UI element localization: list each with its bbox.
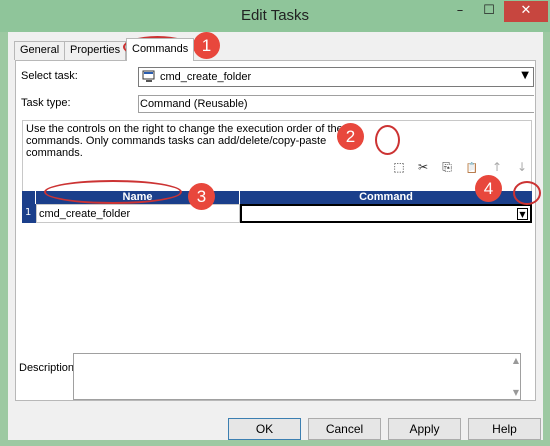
select-task-value: cmd_create_folder (160, 71, 252, 83)
ok-button[interactable]: OK (228, 418, 301, 440)
callout-badge-3: 3 (188, 183, 215, 210)
task-type-label: Task type: (21, 97, 71, 109)
move-up-icon: ↑ (491, 160, 503, 174)
help-button[interactable]: Help (468, 418, 541, 440)
new-command-icon: ⬚ (393, 160, 405, 174)
paste-icon: 📋 (465, 163, 479, 174)
paste-button[interactable]: 📋 (462, 157, 482, 177)
select-task-dropdown[interactable]: cmd_create_folder ▼ (138, 67, 534, 87)
cut-button[interactable]: ✂ (413, 157, 433, 177)
description-textarea[interactable]: ▲ ▼ (73, 353, 521, 400)
tab-properties[interactable]: Properties (64, 41, 127, 60)
maximize-button[interactable]: ☐ (475, 1, 503, 22)
dialog-client-area: General Properties Commands Select task:… (8, 32, 543, 440)
table-row[interactable]: 1 cmd_create_folder ▼ (22, 204, 532, 223)
callout-ring-name-cell (44, 180, 182, 204)
callout-ring-command-editor (513, 181, 541, 205)
command-value-cell[interactable]: ▼ (240, 204, 532, 223)
cut-icon: ✂ (417, 160, 429, 174)
row-number: 1 (22, 204, 36, 223)
task-type-value: Command (Reusable) (138, 95, 534, 113)
scroll-down-icon[interactable]: ▼ (513, 388, 519, 397)
move-down-icon: ↓ (516, 160, 528, 174)
callout-badge-2: 2 (337, 123, 364, 150)
grid-corner-cell (22, 191, 36, 204)
move-up-button[interactable]: ↑ (487, 157, 507, 177)
commands-hint-text: Use the controls on the right to change … (26, 123, 343, 159)
command-editor-button[interactable]: ▼ (517, 208, 528, 220)
close-button[interactable]: ✕ (504, 1, 548, 22)
new-command-button[interactable]: ⬚ (389, 157, 409, 177)
commands-grid: Name Command 1 cmd_create_folder ▼ (22, 191, 532, 369)
minimize-button[interactable]: – (446, 1, 474, 22)
tab-general[interactable]: General (14, 41, 66, 60)
callout-ring-new-button (375, 125, 400, 155)
tab-commands[interactable]: Commands (126, 38, 195, 61)
select-task-label: Select task: (21, 70, 78, 82)
copy-button[interactable]: ⎘ (437, 157, 457, 177)
description-label: Description: (19, 362, 78, 374)
cancel-button[interactable]: Cancel (308, 418, 381, 440)
move-down-button[interactable]: ↓ (512, 157, 532, 177)
apply-button[interactable]: Apply (388, 418, 461, 440)
edit-tasks-window: Edit Tasks – ☐ ✕ General Properties Comm… (0, 0, 550, 446)
chevron-down-icon: ▼ (521, 70, 529, 81)
commands-tab-panel: Select task: cmd_create_folder ▼ Task ty… (15, 60, 536, 401)
title-bar: Edit Tasks – ☐ ✕ (0, 0, 550, 32)
scroll-up-icon[interactable]: ▲ (513, 356, 519, 365)
copy-icon: ⎘ (442, 160, 452, 174)
command-task-icon (142, 70, 155, 82)
arrow-down-icon: ▼ (519, 210, 526, 219)
callout-badge-4: 4 (475, 175, 502, 202)
callout-badge-1: 1 (193, 32, 220, 59)
